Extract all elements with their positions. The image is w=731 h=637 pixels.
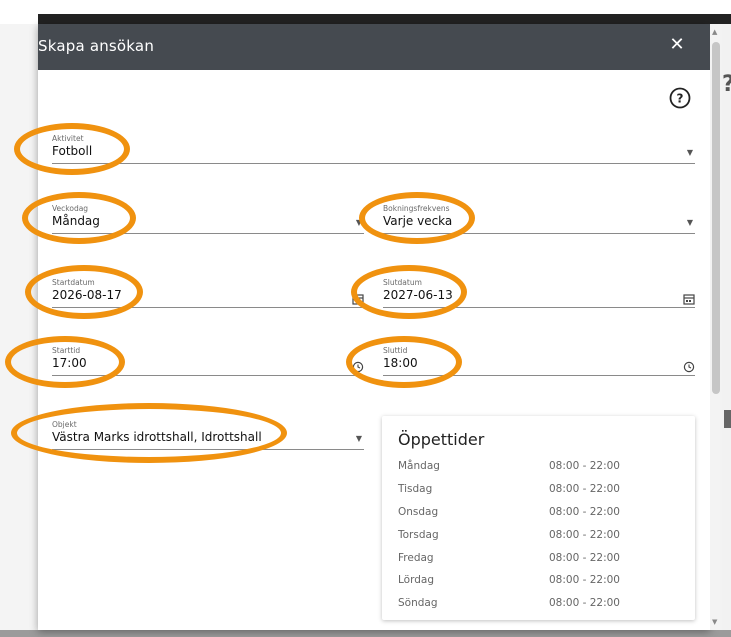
background-right-marker (724, 410, 731, 428)
hours-row: Tisdag 08:00 - 22:00 (398, 483, 678, 501)
aktivitet-select[interactable]: Aktivitet Fotboll ▼ (52, 134, 695, 164)
opening-hours-card: Öppettider Måndag 08:00 - 22:00 Tisdag 08:… (382, 416, 695, 620)
opening-hours-title: Öppettider (398, 430, 485, 449)
sluttid-value: 18:00 (383, 356, 418, 370)
hours-time: 08:00 - 22:00 (549, 506, 620, 518)
aktivitet-value: Fotboll (52, 144, 93, 158)
screen: ? Skapa ansökan ✕ ? Aktivitet Fotboll ▼ … (0, 0, 731, 637)
hours-day: Lördag (398, 574, 434, 586)
create-application-dialog: Skapa ansökan ✕ ? Aktivitet Fotboll ▼ Ve… (38, 24, 710, 630)
hours-day: Tisdag (398, 483, 433, 495)
veckodag-select[interactable]: Veckodag Måndag ▼ (52, 204, 364, 234)
hours-row: Söndag 08:00 - 22:00 (398, 597, 678, 615)
sluttid-field[interactable]: Sluttid 18:00 (383, 346, 695, 376)
hours-time: 08:00 - 22:00 (549, 483, 620, 495)
objekt-value: Västra Marks idrottshall, Idrottshall (52, 430, 262, 444)
objekt-label: Objekt (52, 420, 77, 429)
hours-row: Torsdag 08:00 - 22:00 (398, 529, 678, 547)
background-glyph: ? (722, 72, 731, 97)
hours-day: Onsdag (398, 506, 439, 518)
chevron-down-icon: ▼ (355, 218, 362, 227)
close-icon[interactable]: ✕ (666, 34, 688, 56)
hours-time: 08:00 - 22:00 (549, 552, 620, 564)
starttid-field[interactable]: Starttid 17:00 (52, 346, 364, 376)
slutdatum-field[interactable]: Slutdatum 2027-06-13 (383, 278, 695, 308)
hours-day: Måndag (398, 460, 440, 472)
slutdatum-value: 2027-06-13 (383, 288, 453, 302)
scrollbar-thumb[interactable] (712, 42, 720, 394)
startdatum-field[interactable]: Startdatum 2026-08-17 (52, 278, 364, 308)
slutdatum-label: Slutdatum (383, 278, 422, 287)
starttid-label: Starttid (52, 346, 81, 355)
svg-text:?: ? (677, 92, 684, 106)
sluttid-label: Sluttid (383, 346, 408, 355)
dialog-title: Skapa ansökan (38, 37, 155, 55)
calendar-icon[interactable] (683, 290, 695, 305)
clock-icon[interactable] (683, 358, 695, 373)
hours-row: Fredag 08:00 - 22:00 (398, 552, 678, 570)
hours-row: Onsdag 08:00 - 22:00 (398, 506, 678, 524)
clock-icon[interactable] (352, 358, 364, 373)
chevron-down-icon: ▼ (686, 218, 693, 227)
background-left-panel (0, 24, 38, 637)
dialog-header: Skapa ansökan ✕ (38, 24, 710, 70)
background-bottom-bar (0, 630, 731, 637)
startdatum-label: Startdatum (52, 278, 95, 287)
hours-row: Måndag 08:00 - 22:00 (398, 460, 678, 478)
veckodag-value: Måndag (52, 214, 100, 228)
help-circle-icon[interactable]: ? (668, 86, 692, 110)
startdatum-value: 2026-08-17 (52, 288, 122, 302)
hours-day: Söndag (398, 597, 438, 609)
hours-time: 08:00 - 22:00 (549, 574, 620, 586)
objekt-select[interactable]: Objekt Västra Marks idrottshall, Idrotts… (52, 420, 364, 450)
hours-time: 08:00 - 22:00 (549, 597, 620, 609)
calendar-icon[interactable] (352, 290, 364, 305)
bokningsfrekvens-value: Varje vecka (383, 214, 453, 228)
starttid-value: 17:00 (52, 356, 87, 370)
aktivitet-label: Aktivitet (52, 134, 84, 143)
hours-time: 08:00 - 22:00 (549, 460, 620, 472)
scroll-up-icon[interactable]: ▲ (712, 28, 717, 36)
veckodag-label: Veckodag (52, 204, 89, 213)
chevron-down-icon: ▼ (355, 434, 362, 443)
scroll-down-icon[interactable]: ▼ (712, 618, 717, 626)
hours-row: Lördag 08:00 - 22:00 (398, 574, 678, 592)
hours-day: Torsdag (398, 529, 439, 541)
bokningsfrekvens-label: Bokningsfrekvens (383, 204, 450, 213)
hours-day: Fredag (398, 552, 434, 564)
bokningsfrekvens-select[interactable]: Bokningsfrekvens Varje vecka ▼ (383, 204, 695, 234)
background-topbar (38, 14, 731, 24)
chevron-down-icon: ▼ (686, 148, 693, 157)
hours-time: 08:00 - 22:00 (549, 529, 620, 541)
